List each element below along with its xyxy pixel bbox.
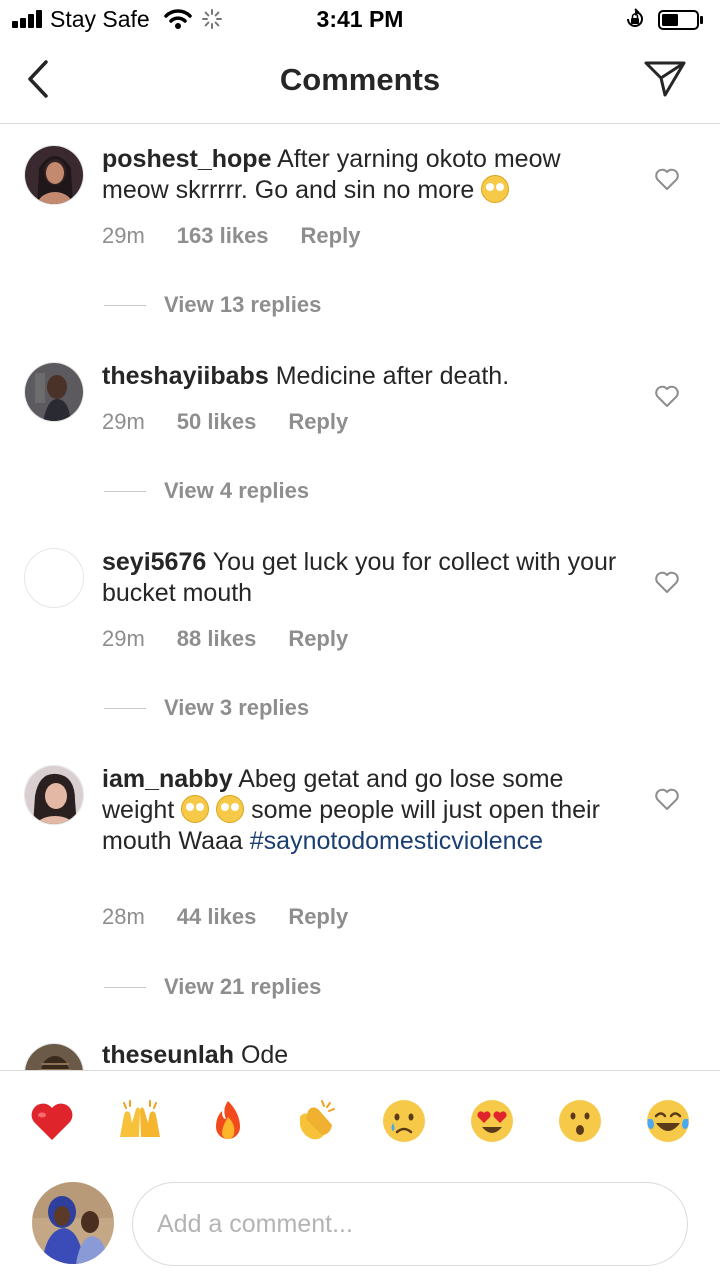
- eye-roll-emoji-icon: [216, 795, 245, 823]
- comment-body: Ode: [240, 1041, 289, 1069]
- reply-button[interactable]: Reply: [301, 223, 361, 249]
- quick-reaction-bar: [0, 1070, 720, 1174]
- view-replies-button[interactable]: View 21 replies: [104, 974, 321, 1000]
- comment-meta: 29m 88 likes Reply: [102, 626, 348, 652]
- view-replies-button[interactable]: View 3 replies: [104, 695, 309, 721]
- crying-face-emoji-icon[interactable]: [380, 1097, 428, 1145]
- comment-username[interactable]: seyi5676: [102, 548, 206, 576]
- reply-button[interactable]: Reply: [288, 904, 348, 930]
- view-replies-label: View 13 replies: [164, 292, 322, 317]
- comment-likes[interactable]: 44 likes: [177, 904, 257, 930]
- comment-username[interactable]: theseunlah: [102, 1041, 234, 1069]
- comment-username[interactable]: iam_nabby: [102, 765, 233, 793]
- rotation-lock-icon: [627, 8, 643, 27]
- comment-likes[interactable]: 50 likes: [177, 409, 257, 435]
- comment-username[interactable]: theshayiibabs: [102, 362, 269, 390]
- divider: [104, 707, 146, 709]
- comment-text: theseunlah Ode: [102, 1040, 632, 1070]
- comment-text: iam_nabby Abeg getat and go lose some we…: [102, 764, 632, 857]
- comment-text: seyi5676 You get luck you for collect wi…: [102, 547, 632, 609]
- like-heart-icon[interactable]: [654, 787, 680, 811]
- eye-roll-emoji-icon: [481, 175, 510, 203]
- view-replies-button[interactable]: View 13 replies: [104, 292, 321, 318]
- view-replies-label: View 4 replies: [164, 478, 310, 503]
- comment-body: Medicine after death.: [275, 362, 510, 390]
- comment-input[interactable]: [132, 1182, 688, 1266]
- view-replies-button[interactable]: View 4 replies: [104, 478, 309, 504]
- view-replies-label: View 3 replies: [164, 695, 310, 720]
- avatar[interactable]: [24, 765, 84, 825]
- hashtag-link[interactable]: #saynotodomesticviolence: [250, 827, 543, 855]
- heart-eyes-emoji-icon[interactable]: [468, 1097, 516, 1145]
- eye-roll-emoji-icon: [181, 795, 210, 823]
- clapping-hands-emoji-icon[interactable]: [292, 1097, 340, 1145]
- comment-time: 29m: [102, 223, 145, 248]
- fire-emoji-icon[interactable]: [204, 1097, 252, 1145]
- comment-time: 28m: [102, 904, 145, 929]
- like-heart-icon[interactable]: [654, 570, 680, 594]
- status-bar: Stay Safe 3:41 PM: [0, 0, 720, 40]
- comment-meta: 28m 44 likes Reply: [102, 904, 348, 930]
- avatar[interactable]: [24, 548, 84, 608]
- direct-send-icon[interactable]: [640, 56, 690, 102]
- like-heart-icon[interactable]: [654, 384, 680, 408]
- current-user-avatar: [32, 1182, 114, 1264]
- reply-button[interactable]: Reply: [288, 409, 348, 435]
- comment-meta: 29m 50 likes Reply: [102, 409, 348, 435]
- comment-likes[interactable]: 88 likes: [177, 626, 257, 652]
- comment-time: 29m: [102, 409, 145, 434]
- divider: [104, 304, 146, 306]
- comment-composer: [0, 1174, 720, 1280]
- avatar[interactable]: [24, 1043, 84, 1070]
- divider: [104, 986, 146, 988]
- divider: [104, 490, 146, 492]
- page-title: Comments: [279, 62, 441, 97]
- comment-username[interactable]: poshest_hope: [102, 145, 271, 173]
- avatar[interactable]: [24, 145, 84, 205]
- reply-button[interactable]: Reply: [288, 626, 348, 652]
- status-time: 3:41 PM: [316, 6, 404, 32]
- raising-hands-emoji-icon[interactable]: [116, 1097, 164, 1145]
- comments-header: Comments: [0, 40, 720, 124]
- comment-text: poshest_hope After yarning okoto meow me…: [102, 144, 632, 206]
- comments-list[interactable]: poshest_hope After yarning okoto meow me…: [0, 125, 720, 1070]
- tears-of-joy-emoji-icon[interactable]: [644, 1097, 692, 1145]
- avatar[interactable]: [24, 362, 84, 422]
- comment-likes[interactable]: 163 likes: [177, 223, 269, 249]
- battery-icon: [658, 10, 703, 30]
- like-heart-icon[interactable]: [654, 167, 680, 191]
- view-replies-label: View 21 replies: [164, 974, 322, 999]
- comment-text: theshayiibabs Medicine after death.: [102, 361, 632, 392]
- comment-meta: 29m 163 likes Reply: [102, 223, 360, 249]
- comment-time: 29m: [102, 626, 145, 651]
- surprised-face-emoji-icon[interactable]: [556, 1097, 604, 1145]
- red-heart-emoji-icon[interactable]: [28, 1097, 76, 1145]
